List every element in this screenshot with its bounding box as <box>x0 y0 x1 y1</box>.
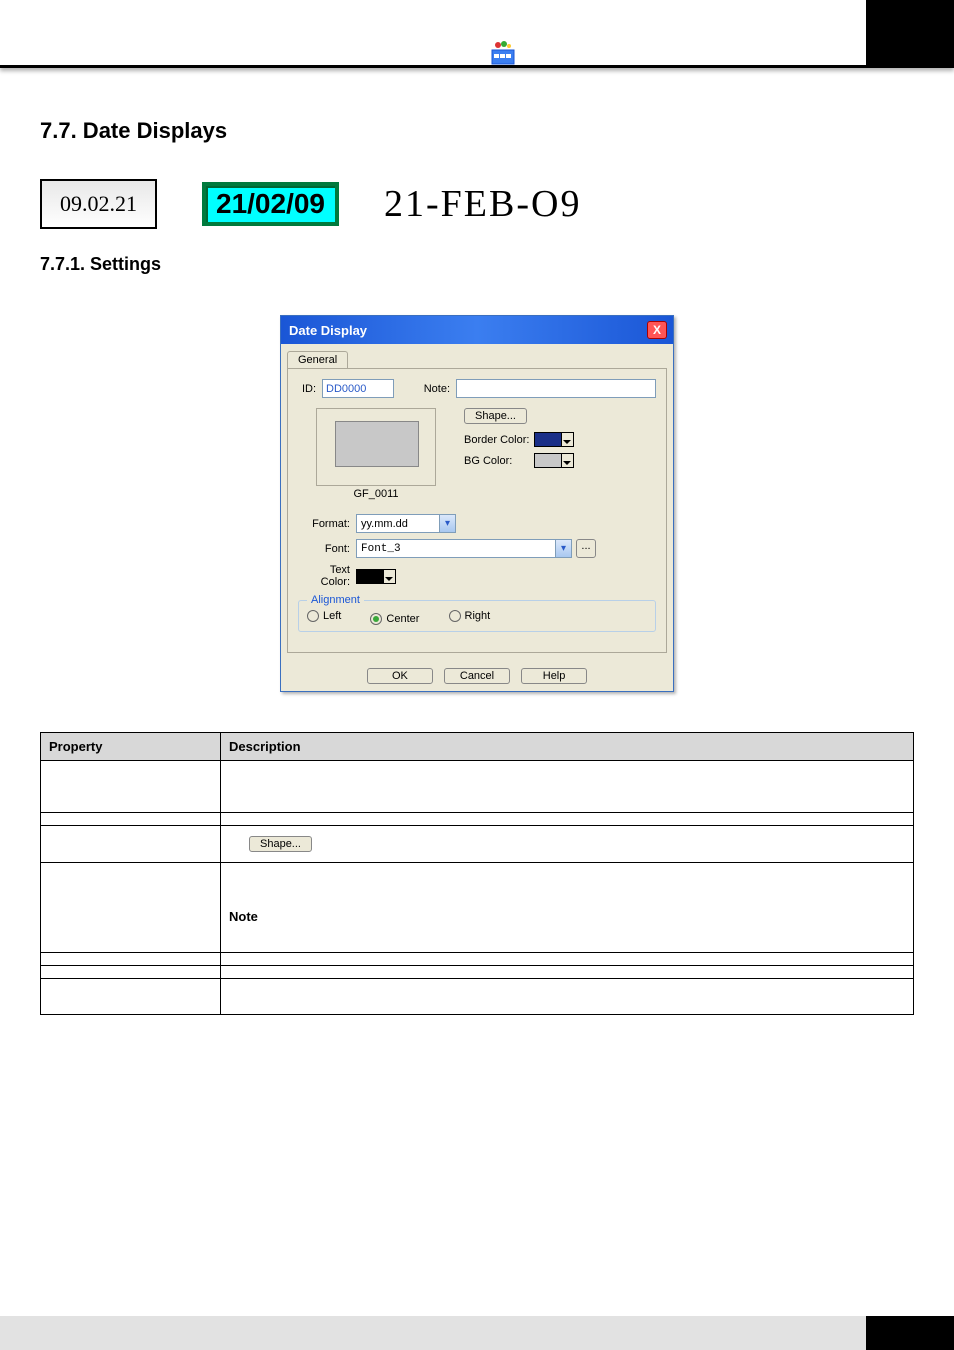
border-color-picker[interactable] <box>534 432 574 447</box>
chevron-down-icon: ▾ <box>439 515 455 532</box>
date-sample-1: 09.02.21 <box>40 179 157 229</box>
id-field[interactable] <box>322 379 394 398</box>
alignment-group: Alignment Left Center Right <box>298 594 656 632</box>
close-icon[interactable]: X <box>647 321 667 339</box>
dialog-titlebar[interactable]: Date Display X <box>281 316 673 344</box>
dialog-button-row: OK Cancel Help <box>288 668 666 684</box>
align-center-radio[interactable]: Center <box>370 613 419 625</box>
table-row <box>41 966 914 979</box>
ok-button[interactable]: OK <box>367 668 433 684</box>
table-row <box>41 953 914 966</box>
chevron-down-icon: ▾ <box>555 540 571 557</box>
font-label: Font: <box>298 543 356 555</box>
footer-corner-block <box>866 1316 954 1350</box>
font-select[interactable]: Font_3▾ <box>356 539 572 558</box>
date-sample-2: 21/02/09 <box>202 182 339 226</box>
tab-general[interactable]: General <box>287 351 348 368</box>
table-row <box>41 813 914 826</box>
shape-preview <box>316 408 436 486</box>
align-left-radio[interactable]: Left <box>307 610 341 622</box>
shape-button[interactable]: Shape... <box>464 408 527 424</box>
text-color-label: Text Color: <box>298 564 356 588</box>
note-label-bold: Note <box>229 909 905 924</box>
table-row <box>41 979 914 1015</box>
border-color-label: Border Color: <box>464 434 534 446</box>
app-icon <box>490 40 516 66</box>
page-header <box>0 0 954 68</box>
align-right-radio[interactable]: Right <box>449 610 491 622</box>
format-select[interactable]: yy.mm.dd▾ <box>356 514 456 533</box>
date-sample-3: 21-FEB-O9 <box>384 182 581 226</box>
date-display-dialog: Date Display X General ID: Note: GF_0011 <box>280 315 674 692</box>
tab-body: ID: Note: GF_0011 Shape... Border Color: <box>287 368 667 653</box>
text-color-picker[interactable] <box>356 569 396 584</box>
help-button[interactable]: Help <box>521 668 587 684</box>
subsection-heading: 7.7.1. Settings <box>40 254 914 275</box>
section-heading: 7.7. Date Displays <box>40 118 914 144</box>
cancel-button[interactable]: Cancel <box>444 668 510 684</box>
bg-color-label: BG Color: <box>464 455 534 467</box>
inline-shape-button[interactable]: Shape... <box>249 836 312 852</box>
th-description: Description <box>221 733 914 761</box>
table-row: Shape... <box>41 826 914 863</box>
date-sample-row: 09.02.21 21/02/09 21-FEB-O9 <box>40 179 914 229</box>
property-table: Property Description Shape... Note <box>40 732 914 1015</box>
bg-color-picker[interactable] <box>534 453 574 468</box>
note-label: Note: <box>394 383 456 395</box>
page-footer <box>0 1316 954 1350</box>
font-browse-button[interactable]: ... <box>576 539 596 558</box>
note-field[interactable] <box>456 379 656 398</box>
table-row <box>41 761 914 813</box>
alignment-legend: Alignment <box>307 594 364 606</box>
dialog-title-text: Date Display <box>289 323 367 338</box>
header-corner-block <box>866 0 954 68</box>
format-label: Format: <box>298 518 356 530</box>
th-property: Property <box>41 733 221 761</box>
tab-strip: General <box>281 344 673 368</box>
table-row: Note <box>41 863 914 953</box>
shape-preview-caption: GF_0011 <box>316 488 436 500</box>
id-label: ID: <box>298 383 322 395</box>
